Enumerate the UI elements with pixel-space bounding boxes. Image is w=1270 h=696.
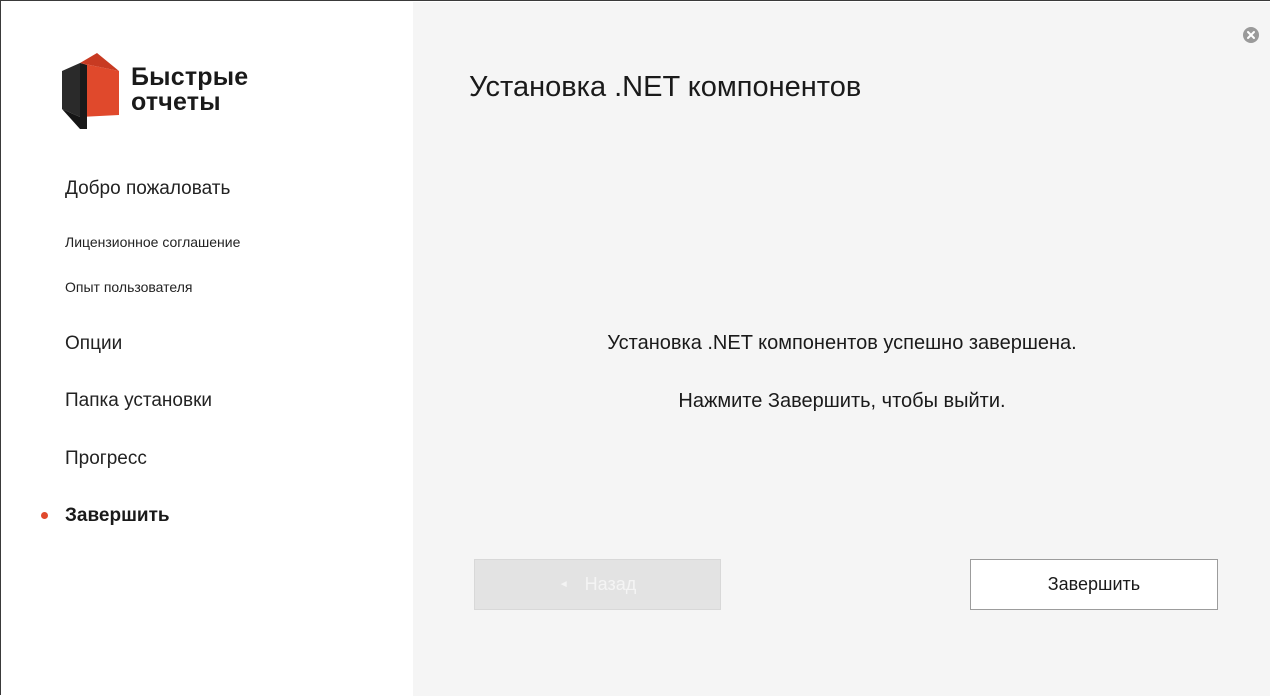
finish-button-label: Завершить bbox=[1047, 574, 1141, 594]
logo-text: Быстрые отчеты bbox=[131, 65, 248, 115]
sidebar-item-progress: Прогресс bbox=[65, 448, 147, 469]
app-logo: Быстрые отчеты bbox=[59, 51, 299, 131]
back-button[interactable]: ◄ Назад bbox=[474, 559, 721, 610]
finish-button[interactable]: Завершить bbox=[970, 559, 1218, 610]
sidebar-item-install-folder: Папка установки bbox=[65, 390, 213, 411]
sidebar-item-user-experience: Опыт пользователя bbox=[65, 279, 193, 295]
active-step-bullet-icon bbox=[41, 512, 48, 519]
installer-window: Быстрые отчеты Добро пожаловать Лицензио… bbox=[0, 0, 1270, 696]
close-circle-icon bbox=[1247, 31, 1255, 39]
logo-text-line1: Быстрые bbox=[131, 63, 249, 91]
sidebar-item-license: Лицензионное соглашение bbox=[65, 234, 241, 250]
back-button-label: Назад bbox=[584, 574, 637, 594]
close-button[interactable] bbox=[1243, 27, 1259, 43]
page-title: Установка .NET компонентов bbox=[469, 71, 862, 103]
logo-cube-icon bbox=[62, 53, 119, 129]
sidebar-item-finish: Завершить bbox=[65, 505, 170, 526]
instruction-message: Нажмите Завершить, чтобы выйти. bbox=[678, 390, 1006, 412]
chevron-left-icon: ◄ bbox=[558, 579, 569, 590]
success-message: Установка .NET компонентов успешно завер… bbox=[607, 332, 1077, 354]
sidebar-item-options: Опции bbox=[65, 333, 123, 354]
sidebar-item-welcome: Добро пожаловать bbox=[65, 178, 231, 199]
logo-text-line2: отчеты bbox=[131, 88, 221, 116]
